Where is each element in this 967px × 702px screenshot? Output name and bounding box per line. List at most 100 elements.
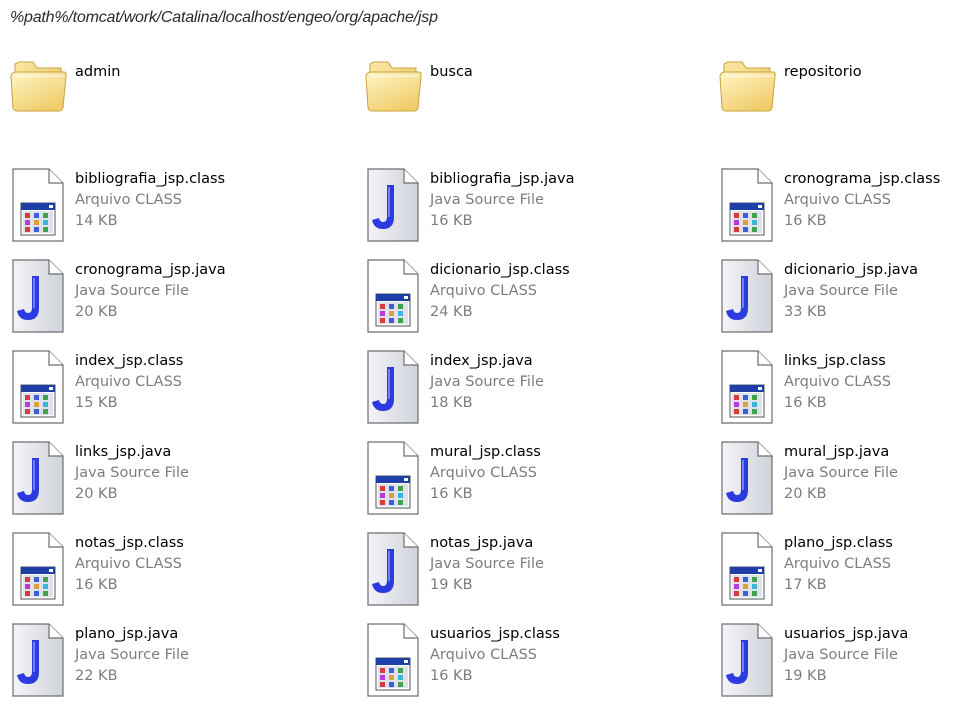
file-type: Java Source File (784, 647, 898, 663)
file-size: 16 KB (784, 213, 827, 229)
file-mural-jsp-class[interactable]: mural_jsp.class Arquivo CLASS 16 KB (355, 440, 655, 520)
file-size: 16 KB (430, 668, 473, 684)
file-details: cronograma_jsp.java Java Source File 20 KB (75, 260, 226, 323)
file-details: links_jsp.class Arquivo CLASS 16 KB (784, 351, 891, 414)
file-name: mural_jsp.java (784, 444, 890, 460)
file-dicionario-jsp-class[interactable]: dicionario_jsp.class Arquivo CLASS 24 KB (355, 258, 655, 338)
file-name: plano_jsp.class (784, 535, 893, 551)
file-plano-jsp-java[interactable]: plano_jsp.java Java Source File 22 KB (0, 622, 300, 702)
file-details: usuarios_jsp.java Java Source File 19 KB (784, 624, 908, 687)
file-links-jsp-java[interactable]: links_jsp.java Java Source File 20 KB (0, 440, 300, 520)
file-details: dicionario_jsp.class Arquivo CLASS 24 KB (430, 260, 570, 323)
file-details: usuarios_jsp.class Arquivo CLASS 16 KB (430, 624, 560, 687)
file-details: cronograma_jsp.class Arquivo CLASS 16 KB (784, 169, 940, 232)
java-file-icon (364, 167, 420, 242)
file-details: mural_jsp.java Java Source File 20 KB (784, 442, 898, 505)
file-type: Java Source File (430, 192, 544, 208)
file-details: index_jsp.java Java Source File 18 KB (430, 351, 544, 414)
file-type: Arquivo CLASS (75, 374, 182, 390)
file-size: 17 KB (784, 577, 827, 593)
file-size: 22 KB (75, 668, 118, 684)
class-file-icon (718, 167, 774, 242)
file-name: cronograma_jsp.class (784, 171, 941, 187)
class-file-icon (9, 349, 65, 424)
java-file-icon (9, 258, 65, 333)
file-details: index_jsp.class Arquivo CLASS 15 KB (75, 351, 183, 414)
file-type: Java Source File (430, 374, 544, 390)
file-index-jsp-class[interactable]: index_jsp.class Arquivo CLASS 15 KB (0, 349, 300, 429)
class-file-icon (9, 167, 65, 242)
folder-busca[interactable]: busca (355, 52, 655, 132)
file-size: 16 KB (430, 486, 473, 502)
file-dicionario-jsp-java[interactable]: dicionario_jsp.java Java Source File 33 KB (709, 258, 967, 338)
file-size: 16 KB (784, 395, 827, 411)
file-size: 18 KB (430, 395, 473, 411)
file-size: 16 KB (75, 577, 118, 593)
file-type: Java Source File (75, 647, 189, 663)
file-name: cronograma_jsp.java (75, 262, 226, 278)
file-type: Arquivo CLASS (75, 556, 182, 572)
file-size: 16 KB (430, 213, 473, 229)
file-size: 24 KB (430, 304, 473, 320)
file-size: 20 KB (75, 304, 118, 320)
file-cronograma-jsp-java[interactable]: cronograma_jsp.java Java Source File 20 KB (0, 258, 300, 338)
file-usuarios-jsp-java[interactable]: usuarios_jsp.java Java Source File 19 KB (709, 622, 967, 702)
file-name: admin (75, 64, 121, 80)
file-name: bibliografia_jsp.class (75, 171, 226, 187)
file-details: bibliografia_jsp.class Arquivo CLASS 14 KB (75, 169, 225, 232)
file-details: mural_jsp.class Arquivo CLASS 16 KB (430, 442, 541, 505)
file-details: repositorio (784, 62, 862, 83)
java-file-icon (364, 349, 420, 424)
file-size: 15 KB (75, 395, 118, 411)
file-type: Java Source File (784, 465, 898, 481)
file-name: notas_jsp.java (430, 535, 534, 551)
file-name: mural_jsp.class (430, 444, 541, 460)
file-type: Arquivo CLASS (430, 283, 537, 299)
file-usuarios-jsp-class[interactable]: usuarios_jsp.class Arquivo CLASS 16 KB (355, 622, 655, 702)
file-type: Arquivo CLASS (784, 556, 891, 572)
file-name: notas_jsp.class (75, 535, 184, 551)
file-details: dicionario_jsp.java Java Source File 33 KB (784, 260, 918, 323)
file-name: links_jsp.class (784, 353, 886, 369)
file-size: 19 KB (784, 668, 827, 684)
file-name: dicionario_jsp.class (430, 262, 570, 278)
file-notas-jsp-class[interactable]: notas_jsp.class Arquivo CLASS 16 KB (0, 531, 300, 611)
file-links-jsp-class[interactable]: links_jsp.class Arquivo CLASS 16 KB (709, 349, 967, 429)
file-plano-jsp-class[interactable]: plano_jsp.class Arquivo CLASS 17 KB (709, 531, 967, 611)
file-name: busca (430, 64, 473, 80)
file-size: 20 KB (784, 486, 827, 502)
folder-icon (9, 50, 67, 125)
class-file-icon (364, 440, 420, 515)
folder-icon (364, 50, 422, 125)
folder-icon (718, 50, 776, 125)
file-details: notas_jsp.java Java Source File 19 KB (430, 533, 544, 596)
file-type: Java Source File (784, 283, 898, 299)
file-bibliografia-jsp-java[interactable]: bibliografia_jsp.java Java Source File 16 … (355, 167, 655, 247)
file-type: Arquivo CLASS (430, 465, 537, 481)
file-details: plano_jsp.java Java Source File 22 KB (75, 624, 189, 687)
file-bibliografia-jsp-class[interactable]: bibliografia_jsp.class Arquivo CLASS 14 KB (0, 167, 300, 247)
java-file-icon (9, 622, 65, 697)
file-mural-jsp-java[interactable]: mural_jsp.java Java Source File 20 KB (709, 440, 967, 520)
class-file-icon (718, 349, 774, 424)
file-name: index_jsp.class (75, 353, 184, 369)
file-details: plano_jsp.class Arquivo CLASS 17 KB (784, 533, 893, 596)
folder-repositorio[interactable]: repositorio (709, 52, 967, 132)
file-name: plano_jsp.java (75, 626, 179, 642)
file-details: links_jsp.java Java Source File 20 KB (75, 442, 189, 505)
file-index-jsp-java[interactable]: index_jsp.java Java Source File 18 KB (355, 349, 655, 429)
file-cronograma-jsp-class[interactable]: cronograma_jsp.class Arquivo CLASS 16 KB (709, 167, 967, 247)
file-notas-jsp-java[interactable]: notas_jsp.java Java Source File 19 KB (355, 531, 655, 611)
java-file-icon (9, 440, 65, 515)
class-file-icon (9, 531, 65, 606)
class-file-icon (364, 622, 420, 697)
file-type: Arquivo CLASS (784, 192, 891, 208)
file-size: 33 KB (784, 304, 827, 320)
java-file-icon (718, 440, 774, 515)
folder-admin[interactable]: admin (0, 52, 300, 132)
file-type: Java Source File (75, 283, 189, 299)
file-type: Java Source File (75, 465, 189, 481)
file-name: usuarios_jsp.java (784, 626, 909, 642)
file-name: dicionario_jsp.java (784, 262, 919, 278)
file-grid: admin busca repositorio bibliografia_jsp… (0, 0, 967, 697)
